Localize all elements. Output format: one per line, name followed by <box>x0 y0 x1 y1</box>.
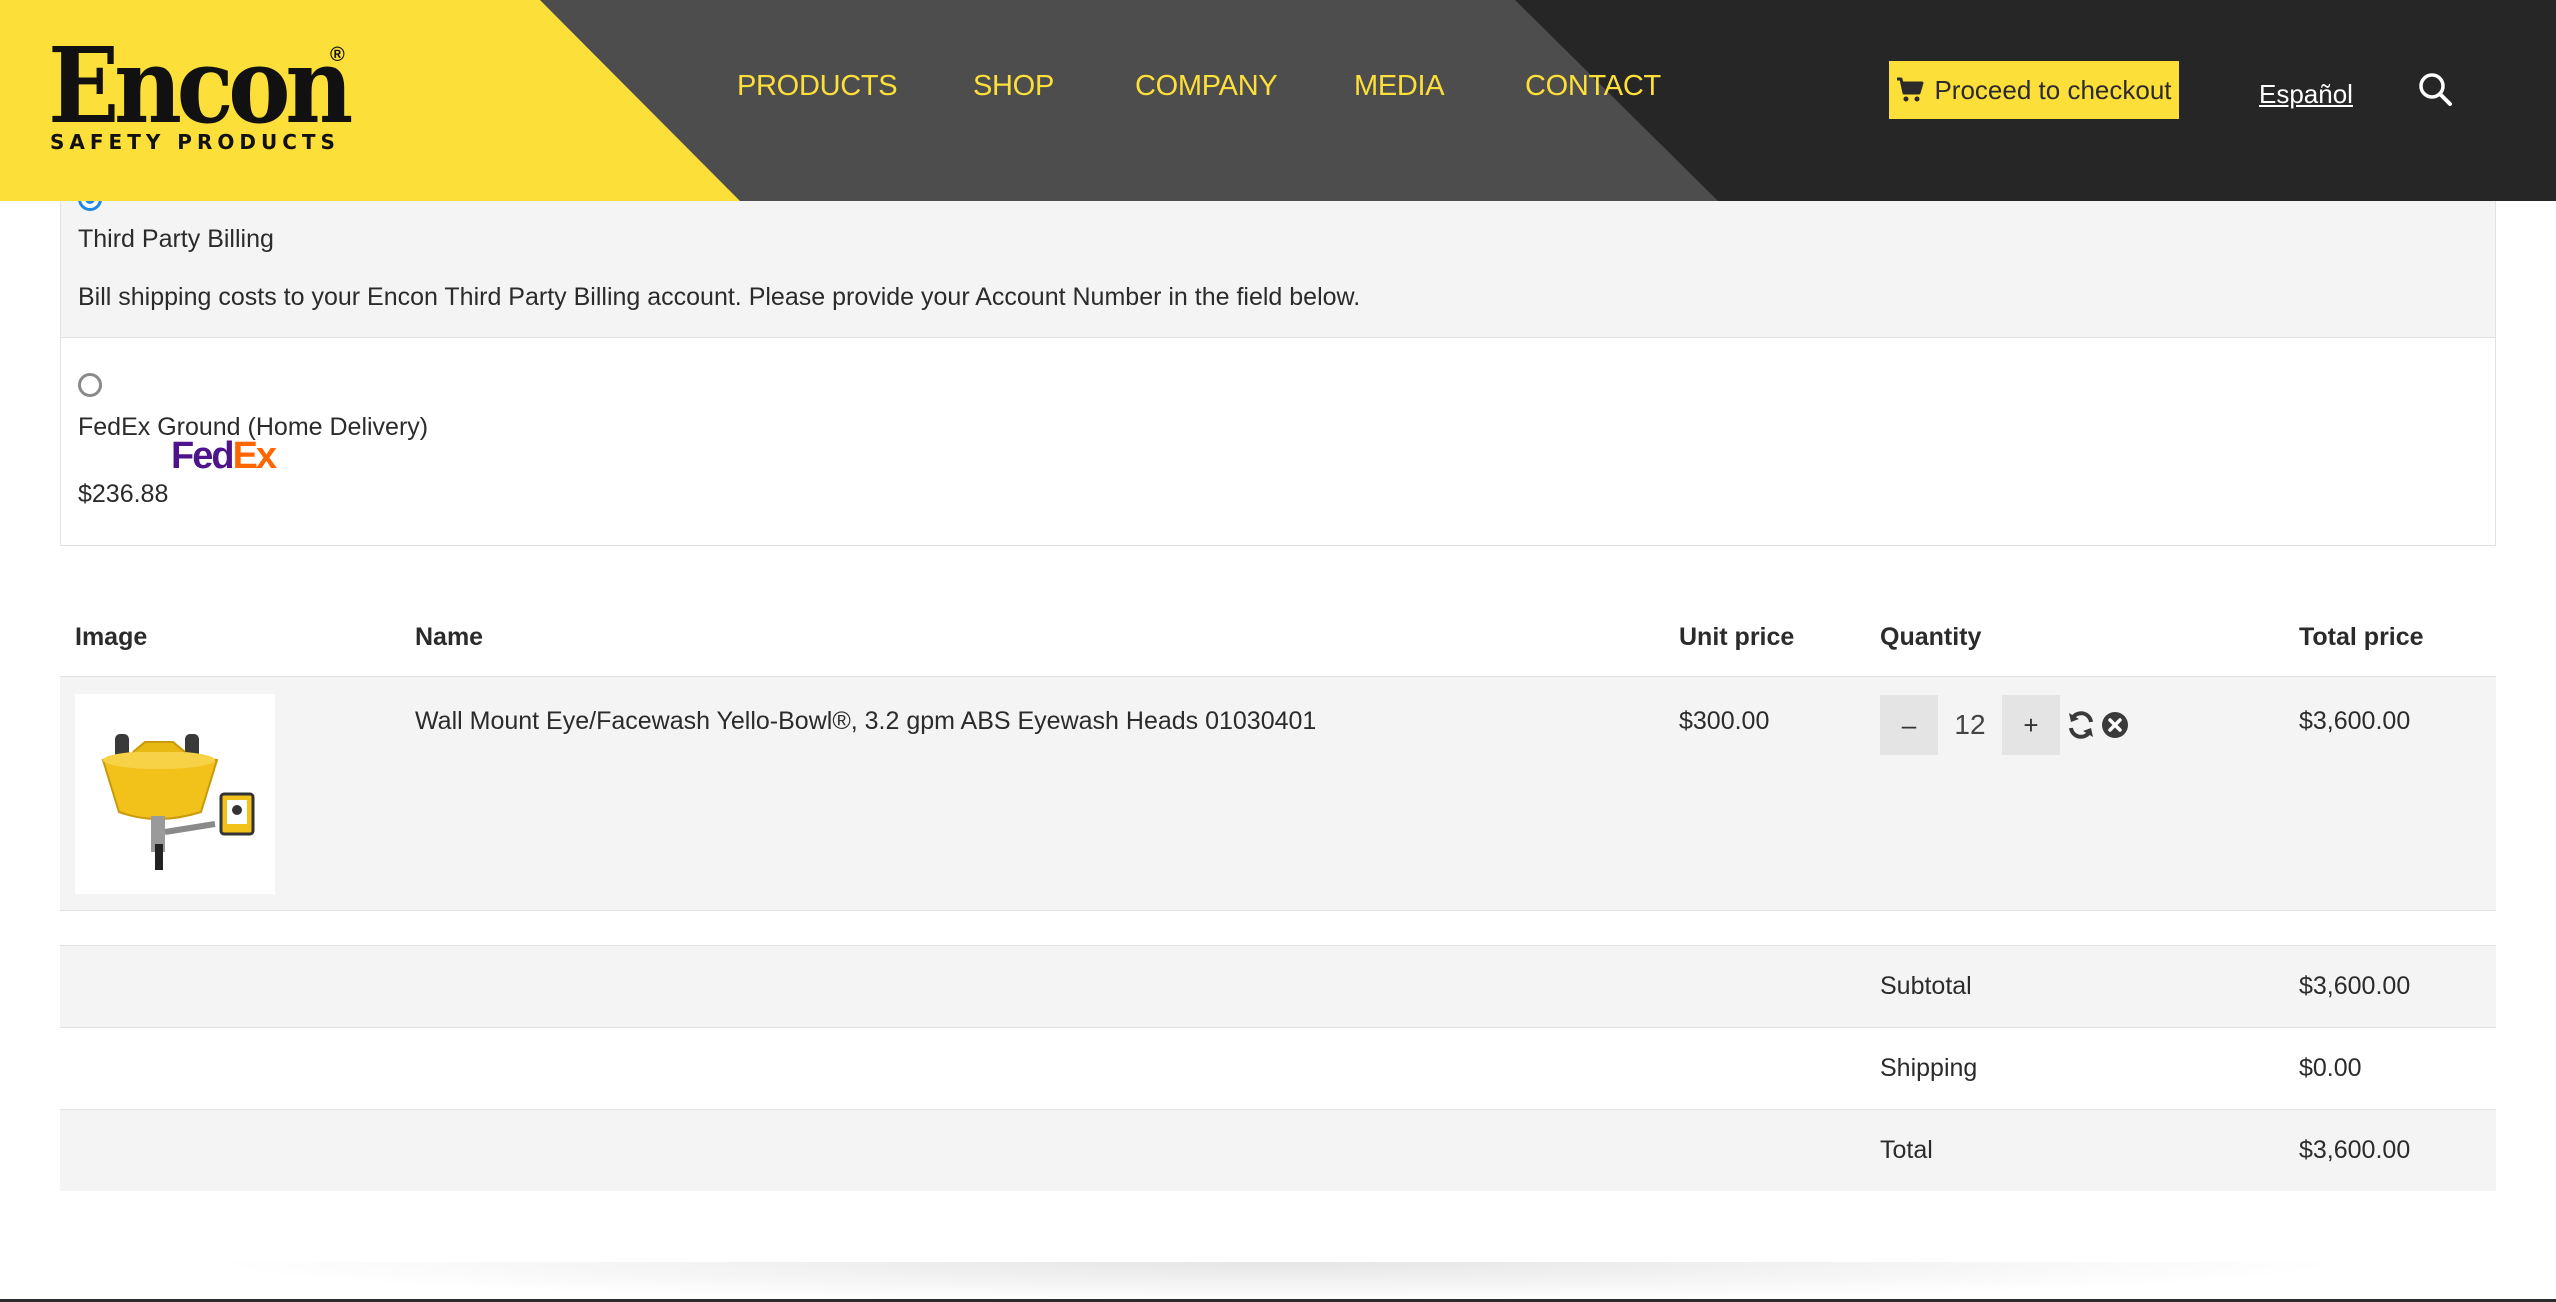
total-value: $3,600.00 <box>2299 1136 2411 1164</box>
footer-shadow <box>200 1262 2356 1302</box>
nav-item-media[interactable]: MEDIA <box>1354 70 1445 103</box>
logo-tagline: SAFETY PRODUCTS <box>50 130 340 154</box>
refresh-icon[interactable] <box>2066 710 2096 740</box>
nav-item-products[interactable]: PRODUCTS <box>737 70 898 103</box>
subtotal-row: Subtotal $3,600.00 <box>60 945 2496 1028</box>
total-row: Total $3,600.00 <box>60 1110 2496 1191</box>
cart-item-row: Wall Mount Eye/Facewash Yello-Bowl®, 3.2… <box>60 676 2496 911</box>
cart-table: Image Name Unit price Quantity Total pri… <box>60 598 2496 911</box>
unit-price: $300.00 <box>1679 707 1770 735</box>
fedex-logo-fed: Fed <box>171 435 235 477</box>
cart-totals: Subtotal $3,600.00 Shipping $0.00 Total … <box>60 945 2496 1191</box>
shipping-row: Shipping $0.00 <box>60 1028 2496 1110</box>
nav-item-contact[interactable]: CONTACT <box>1525 70 1661 103</box>
column-header-image: Image <box>60 598 400 677</box>
language-link-espanol[interactable]: Español <box>2259 79 2353 110</box>
search-icon[interactable] <box>2418 72 2454 108</box>
nav-item-company[interactable]: COMPANY <box>1135 70 1278 103</box>
radio-fedex-ground[interactable] <box>78 373 102 397</box>
shipping-option-description: Bill shipping costs to your Encon Third … <box>78 283 1361 311</box>
product-image[interactable] <box>75 694 275 894</box>
shipping-value: $0.00 <box>2299 1054 2362 1082</box>
encon-logo[interactable]: Encon ® SAFETY PRODUCTS <box>48 34 358 155</box>
product-name[interactable]: Wall Mount Eye/Facewash Yello-Bowl®, 3.2… <box>415 677 1649 736</box>
shipping-option-price: $236.88 <box>78 480 169 508</box>
column-header-quantity: Quantity <box>1865 598 2284 677</box>
site-header: Encon ® SAFETY PRODUCTS PRODUCTS SHOP CO… <box>0 0 2556 201</box>
shipping-option-fedex-ground[interactable]: FedEx Ground (Home Delivery) $236.88 Fed… <box>61 338 2495 546</box>
subtotal-label: Subtotal <box>1880 972 1972 1000</box>
increment-button[interactable]: + <box>2002 695 2060 755</box>
line-total-price: $3,600.00 <box>2299 707 2411 735</box>
nav-item-shop[interactable]: SHOP <box>973 70 1054 103</box>
column-header-name: Name <box>400 598 1664 677</box>
shipping-option-title: Third Party Billing <box>78 225 274 253</box>
quantity-stepper: – + <box>1880 677 2269 756</box>
proceed-to-checkout-button[interactable]: Proceed to checkout <box>1889 61 2179 119</box>
total-label: Total <box>1880 1136 1933 1164</box>
cart-icon <box>1897 77 1924 102</box>
fedex-logo: FedEx <box>171 435 278 478</box>
decrement-button[interactable]: – <box>1880 695 1938 755</box>
eyewash-illustration <box>101 734 255 870</box>
remove-circle-icon[interactable] <box>2100 710 2130 740</box>
logo-registered-mark: ® <box>330 44 345 66</box>
column-header-total-price: Total price <box>2284 598 2496 677</box>
column-header-unit-price: Unit price <box>1664 598 1865 677</box>
shipping-label: Shipping <box>1880 1054 1978 1082</box>
quantity-input[interactable] <box>1938 694 2002 756</box>
checkout-label: Proceed to checkout <box>1934 74 2172 105</box>
logo-wordmark: Encon <box>48 24 353 147</box>
subtotal-value: $3,600.00 <box>2299 972 2411 1000</box>
shipping-options: Third Party Billing Bill shipping costs … <box>60 150 2496 546</box>
fedex-logo-ex: Ex <box>232 435 278 477</box>
cart-header-row: Image Name Unit price Quantity Total pri… <box>60 598 2496 677</box>
